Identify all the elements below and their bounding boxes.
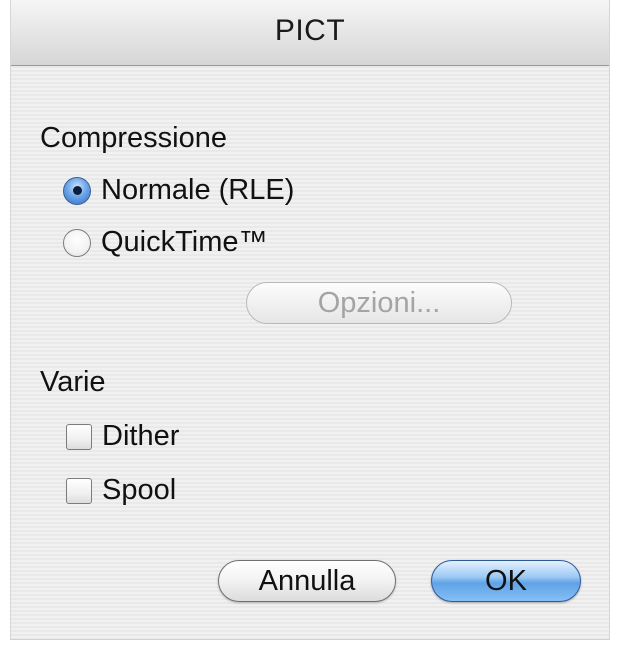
checkbox-spool-label: Spool [102, 474, 177, 506]
checkbox-dither[interactable]: Dither [66, 420, 179, 453]
checkbox-dither-label: Dither [102, 420, 180, 452]
title-bar: PICT [11, 0, 609, 66]
radio-normal-rle-label: Normale (RLE) [101, 174, 295, 206]
checkbox-unchecked-icon[interactable] [66, 477, 92, 504]
cancel-button[interactable]: Annulla [218, 560, 396, 602]
radio-dot [72, 186, 82, 195]
options-button[interactable]: Opzioni... [246, 282, 512, 324]
compression-group-label: Compressione [40, 122, 227, 154]
radio-quicktime[interactable]: QuickTime™ [63, 226, 268, 259]
misc-group-label: Varie [40, 366, 106, 398]
radio-unselected-icon[interactable] [63, 228, 91, 257]
checkbox-unchecked-icon[interactable] [66, 423, 92, 450]
radio-quicktime-label: QuickTime™ [101, 226, 268, 258]
dialog-title: PICT [274, 14, 346, 47]
radio-selected-icon[interactable] [63, 176, 91, 205]
pict-dialog: PICT Compressione Normale (RLE) QuickTim… [10, 0, 610, 640]
radio-normal-rle[interactable]: Normale (RLE) [63, 174, 294, 207]
checkbox-spool[interactable]: Spool [66, 474, 176, 507]
ok-button[interactable]: OK [431, 560, 581, 602]
